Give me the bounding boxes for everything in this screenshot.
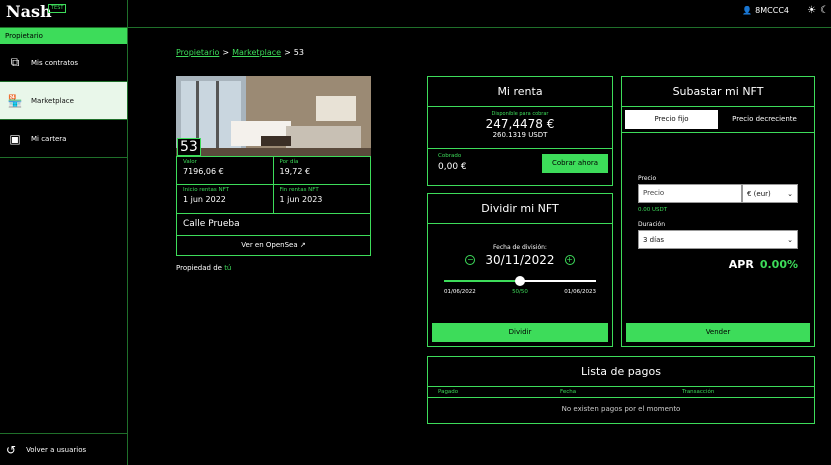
table-header: Pagado Fecha Transacción xyxy=(428,387,814,398)
currency-select[interactable]: € (eur) ⌄ xyxy=(742,184,798,203)
por-dia-value: 19,72 € xyxy=(279,167,311,176)
breadcrumb: Propietario > Marketplace >53 xyxy=(176,48,304,57)
room-image xyxy=(176,76,371,156)
sidebar-item-label: Marketplace xyxy=(31,96,74,105)
tab-precio-fijo[interactable]: Precio fijo xyxy=(625,110,718,129)
apr-value: 0.00% xyxy=(759,258,798,271)
column-header: Fecha xyxy=(560,389,577,395)
inicio-value: 1 jun 2022 xyxy=(183,195,226,204)
user-icon: 👤 xyxy=(742,6,753,15)
owner-link[interactable]: tú xyxy=(224,264,231,272)
sun-icon[interactable]: ☀ xyxy=(807,5,816,16)
back-arrow-icon: ↺ xyxy=(6,442,17,457)
property-details: Valor 7196,06 € Por día 19,72 € Inicio r… xyxy=(176,156,371,214)
cobrar-ahora-button[interactable]: Cobrar ahora xyxy=(542,154,608,173)
sidebar-divider xyxy=(127,0,128,465)
usdt-hint: 0.00 USDT xyxy=(638,207,668,213)
panel-title: Lista de pagos xyxy=(428,357,814,387)
moon-icon[interactable]: ☾ xyxy=(820,5,829,16)
split-slider[interactable] xyxy=(444,276,596,286)
price-input[interactable]: Precio xyxy=(638,184,742,203)
por-dia-cell: Por día 19,72 € xyxy=(273,157,370,185)
cobrado-section: Cobrado 0,00 € Cobrar ahora xyxy=(428,149,612,185)
column-header: Pagado xyxy=(438,389,459,395)
property-address: Calle Prueba xyxy=(176,214,371,236)
price-tabs: Precio fijo Precio decreciente xyxy=(625,110,811,129)
disponible-usdt: 260.1319 USDT xyxy=(492,131,548,139)
store-icon: 🏪 xyxy=(7,93,23,108)
vender-button[interactable]: Vender xyxy=(626,323,810,342)
dividir-button[interactable]: Dividir xyxy=(432,323,608,342)
sidebar-item-label: Mi cartera xyxy=(31,134,67,143)
subastar-nft-panel: Subastar mi NFT Precio fijo Precio decre… xyxy=(621,76,815,347)
env-badge: TEST xyxy=(48,4,67,13)
back-to-users-button[interactable]: ↺ Volver a usuarios xyxy=(0,433,127,465)
disponible-eur: 247,4478 € xyxy=(485,117,555,131)
empty-state: No existen pagos por el momento xyxy=(561,405,681,413)
breadcrumb-current: 53 xyxy=(293,48,304,57)
slider-handle[interactable] xyxy=(515,276,525,286)
property-photo: 53 xyxy=(176,76,371,156)
inicio-cell: Inicio rentas NFT 1 jun 2022 xyxy=(177,185,274,213)
fin-value: 1 jun 2023 xyxy=(279,195,323,204)
disponible-section: Disponible para cobrar 247,4478 € 260.13… xyxy=(428,107,612,149)
top-bar: Nash TEST 👤 8MCCC4 ☀ ☾ xyxy=(0,0,831,28)
panel-title: Subastar mi NFT xyxy=(622,77,814,107)
slider-end: 01/06/2023 xyxy=(564,289,596,295)
plus-icon[interactable]: + xyxy=(564,255,575,265)
duration-select[interactable]: 3 días ⌄ xyxy=(638,230,798,249)
sidebar-item-marketplace[interactable]: 🏪 Marketplace xyxy=(0,82,127,120)
sidebar-item-mis-contratos[interactable]: ⧉ Mis contratos xyxy=(0,44,127,82)
sidebar-item-mi-cartera[interactable]: ▣ Mi cartera xyxy=(0,120,127,158)
subastar-form: Precio Precio € (eur) ⌄ 0.00 USDT Duraci… xyxy=(622,132,814,271)
breadcrumb-marketplace[interactable]: Marketplace xyxy=(232,48,281,57)
property-number: 53 xyxy=(177,138,201,156)
dividir-nft-panel: Dividir mi NFT Fecha de división: − 30/1… xyxy=(427,193,613,347)
contracts-icon: ⧉ xyxy=(10,55,20,69)
fecha-value: 30/11/2022 xyxy=(485,253,555,267)
panel-title: Mi renta xyxy=(428,77,612,107)
tab-precio-decreciente[interactable]: Precio decreciente xyxy=(718,110,811,129)
lista-pagos-panel: Lista de pagos Pagado Fecha Transacción … xyxy=(427,356,815,424)
apr-display: APR 0.00% xyxy=(728,258,798,271)
fecha-selector: − 30/11/2022 + xyxy=(428,253,612,267)
opensea-link[interactable]: Ver en OpenSea ↗ xyxy=(176,236,371,256)
user-menu[interactable]: 👤 8MCCC4 xyxy=(742,6,789,15)
slider-labels: 01/06/2022 50/50 01/06/2023 xyxy=(444,289,596,295)
fin-cell: Fin rentas NFT 1 jun 2023 xyxy=(274,185,371,213)
column-header: Transacción xyxy=(682,389,715,395)
mi-renta-panel: Mi renta Disponible para cobrar 247,4478… xyxy=(427,76,613,186)
panel-title: Dividir mi NFT xyxy=(428,194,612,224)
logo[interactable]: Nash xyxy=(6,2,52,21)
wallet-icon: ▣ xyxy=(9,131,21,146)
sidebar-item-label: Mis contratos xyxy=(31,58,79,67)
owner-info: Propiedad de tú xyxy=(176,264,232,272)
valor-cell: Valor 7196,06 € xyxy=(177,157,274,185)
top-icons: ☀ ☾ xyxy=(807,5,829,16)
chevron-down-icon: ⌄ xyxy=(787,235,793,244)
minus-icon[interactable]: − xyxy=(465,255,476,265)
breadcrumb-propietario[interactable]: Propietario xyxy=(176,48,219,57)
slider-start: 01/06/2022 xyxy=(444,289,476,295)
slider-ratio: 50/50 xyxy=(512,289,528,295)
sidebar-header: Propietario xyxy=(0,28,127,44)
sidebar: Propietario ⧉ Mis contratos 🏪 Marketplac… xyxy=(0,28,127,465)
user-id: 8MCCC4 xyxy=(755,6,789,15)
valor-value: 7196,06 € xyxy=(183,167,224,176)
external-link-icon: ↗ xyxy=(299,241,306,249)
chevron-down-icon: ⌄ xyxy=(787,189,793,198)
property-card: 53 Valor 7196,06 € Por día 19,72 € Inici… xyxy=(176,76,371,272)
